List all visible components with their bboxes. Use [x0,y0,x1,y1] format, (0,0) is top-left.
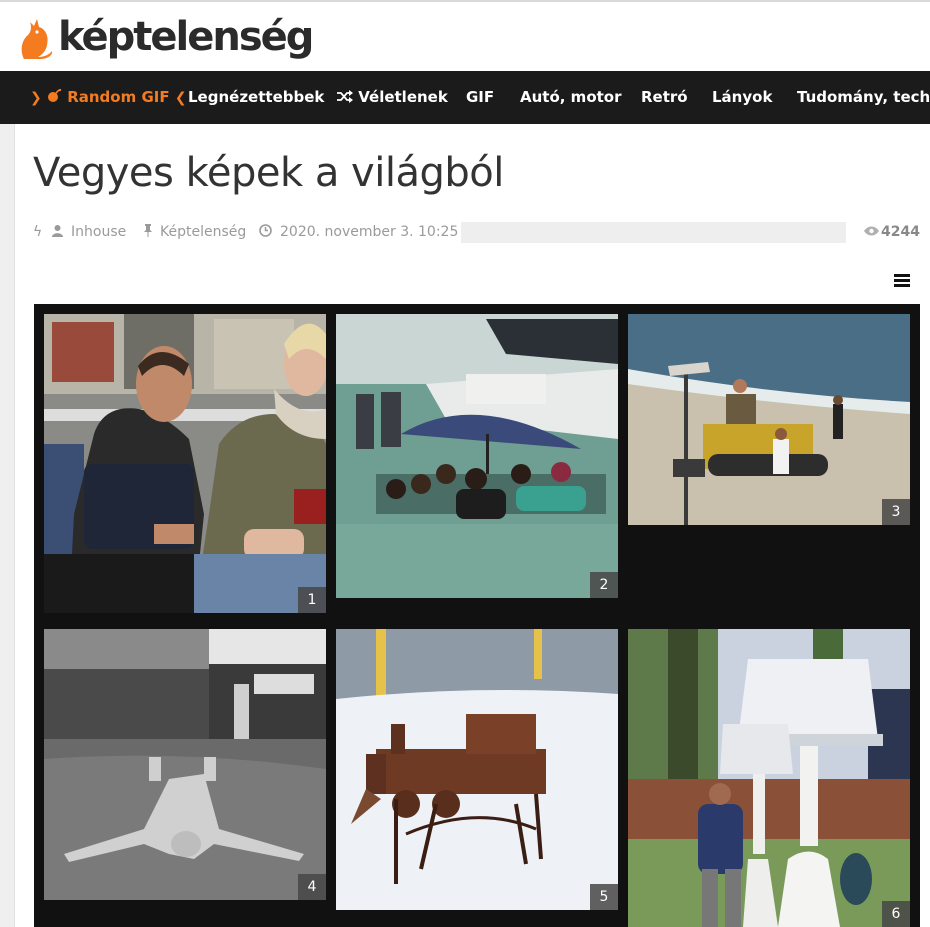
gallery-menu-icon[interactable] [894,274,910,288]
gallery-photo-5[interactable]: 5 [336,629,618,910]
photo-number-badge: 5 [590,884,618,910]
nav-item-tudomany[interactable]: Tudomány, techni [797,71,930,124]
nav-item-auto-motor[interactable]: Autó, motor [520,71,622,124]
nav-item-random-gif[interactable]: ❯ Random GIF ❮ [30,71,187,124]
bomb-icon [47,88,62,102]
user-icon [52,224,63,240]
lightning-icon: ϟ [33,224,43,240]
gallery-photo-4[interactable]: 4 [44,629,326,900]
nav-item-retro[interactable]: Retró [641,71,688,124]
share-bar-placeholder [461,222,846,243]
chevron-right-icon: ❯ [30,90,42,106]
eye-icon [864,224,879,240]
pin-icon [143,224,153,240]
site-logo[interactable]: képtelenség [18,10,314,64]
article-meta: ϟ Inhouse Képtelenség 2020. november 3. … [33,222,923,244]
photo-number-badge: 2 [590,572,618,598]
photo-gallery: 1 2 3 4 5 6 [34,304,920,927]
cat-logo-icon [21,19,53,59]
article-title: Vegyes képek a világból [33,150,504,196]
chevron-left-icon: ❮ [174,90,187,106]
nav-item-veletlenek[interactable]: Véletlenek [337,71,448,124]
site-logo-text: képtelenség [58,14,314,60]
photo-number-badge: 3 [882,499,910,525]
photo-number-badge: 6 [882,901,910,927]
gallery-photo-1[interactable]: 1 [44,314,326,613]
clock-icon [259,224,272,240]
gallery-photo-3[interactable]: 3 [628,314,910,525]
nav-item-lanyok[interactable]: Lányok [712,71,772,124]
gallery-photo-2[interactable]: 2 [336,314,618,598]
photo-number-badge: 1 [298,587,326,613]
nav-item-legnezettebbek[interactable]: Legnézettebbek [188,71,324,124]
view-count: 4244 [881,224,920,240]
shuffle-icon [337,90,353,103]
category-link[interactable]: Képtelenség [160,224,246,240]
author-link[interactable]: Inhouse [71,224,126,240]
main-nav: ❯ Random GIF ❮ Legnézettebbek Véletlenek… [0,71,930,124]
photo-number-badge: 4 [298,874,326,900]
left-sidebar-edge [14,124,15,927]
publish-date: 2020. november 3. 10:25 [280,224,459,240]
nav-item-gif[interactable]: GIF [466,71,494,124]
gallery-photo-6[interactable]: 6 [628,629,910,927]
left-sidebar-strip [0,124,14,927]
site-header: képtelenség [0,2,930,71]
